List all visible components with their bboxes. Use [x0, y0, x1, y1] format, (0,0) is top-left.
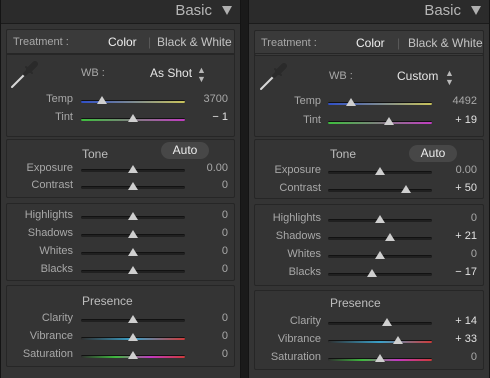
slider-thumb-shadows[interactable]	[128, 230, 138, 238]
slider-label-contrast: Contrast	[31, 179, 73, 191]
eyedropper-icon[interactable]	[8, 57, 42, 91]
treatment-bw-option[interactable]: Black & White	[408, 36, 483, 50]
tone-auto-button[interactable]: Auto	[409, 145, 457, 162]
slider-label-tint: Tint	[303, 114, 321, 126]
slider-thumb-saturation[interactable]	[375, 354, 385, 362]
wb-label: WB :	[81, 67, 105, 79]
slider-label-tint: Tint	[55, 111, 73, 123]
slider-label-blacks: Blacks	[40, 263, 73, 275]
collapse-triangle-icon[interactable]	[471, 6, 481, 15]
slider-label-clarity: Clarity	[289, 315, 321, 327]
slider-thumb-tint[interactable]	[128, 114, 138, 122]
slider-label-temp: Temp	[46, 93, 73, 105]
slider-thumb-exposure[interactable]	[128, 165, 138, 173]
wb-preset-value[interactable]: Custom	[397, 69, 438, 83]
slider-label-saturation: Saturation	[270, 351, 321, 363]
slider-thumb-temp[interactable]	[97, 96, 107, 104]
slider-thumb-blacks[interactable]	[128, 266, 138, 274]
slider-value-whites: 0	[470, 248, 477, 260]
slider-label-vibrance: Vibrance	[277, 333, 321, 345]
slider-thumb-vibrance[interactable]	[393, 336, 403, 344]
wb-stepper-icon[interactable]: ▲ ▼	[445, 69, 454, 87]
slider-value-temp: 3700	[203, 93, 228, 105]
treatment-row: Treatment : Color | Black & White	[6, 29, 235, 55]
slider-value-highlights: 0	[470, 212, 477, 224]
slider-value-whites: 0	[221, 245, 228, 257]
wb-preset-value[interactable]: As Shot	[150, 66, 192, 80]
treatment-color-option[interactable]: Color	[108, 35, 137, 49]
treatment-color-option[interactable]: Color	[356, 36, 385, 50]
tone-auto-button[interactable]: Auto	[161, 142, 209, 159]
treatment-label: Treatment :	[13, 36, 69, 48]
collapse-triangle-icon[interactable]	[222, 6, 232, 15]
presence-title: Presence	[330, 296, 381, 310]
slider-label-shadows: Shadows	[27, 227, 73, 239]
slider-label-whites: Whites	[39, 245, 73, 257]
slider-thumb-whites[interactable]	[128, 248, 138, 256]
slider-thumb-shadows[interactable]	[385, 233, 395, 241]
slider-value-tint: − 1	[212, 111, 228, 123]
panel-header[interactable]: Basic	[249, 0, 489, 24]
slider-value-exposure: 0.00	[455, 164, 477, 176]
treatment-separator: |	[148, 35, 152, 49]
slider-value-shadows: + 21	[455, 230, 477, 242]
slider-thumb-blacks[interactable]	[367, 269, 377, 277]
eyedropper-icon[interactable]	[257, 59, 291, 93]
slider-thumb-highlights[interactable]	[128, 212, 138, 220]
slider-value-highlights: 0	[221, 209, 228, 221]
slider-value-blacks: 0	[221, 263, 228, 275]
treatment-bw-option[interactable]: Black & White	[157, 35, 232, 49]
slider-label-exposure: Exposure	[26, 162, 73, 174]
slider-value-clarity: 0	[221, 312, 228, 324]
slider-thumb-tint[interactable]	[384, 117, 394, 125]
slider-label-exposure: Exposure	[274, 164, 321, 176]
slider-label-temp: Temp	[294, 95, 321, 107]
slider-thumb-saturation[interactable]	[128, 351, 138, 359]
slider-value-contrast: 0	[221, 179, 228, 191]
slider-label-highlights: Highlights	[272, 212, 321, 224]
tone-title: Tone	[82, 147, 109, 161]
slider-label-blacks: Blacks	[288, 266, 321, 278]
slider-value-clarity: + 14	[455, 315, 477, 327]
wb-stepper-icon[interactable]: ▲ ▼	[197, 66, 206, 84]
slider-thumb-clarity[interactable]	[128, 315, 138, 323]
slider-label-highlights: Highlights	[24, 209, 73, 221]
slider-thumb-highlights[interactable]	[375, 215, 385, 223]
panel-header[interactable]: Basic	[1, 0, 240, 24]
slider-label-shadows: Shadows	[275, 230, 321, 242]
slider-value-temp: 4492	[452, 95, 477, 107]
slider-value-saturation: 0	[221, 348, 228, 360]
basic-panel-left: Basic Treatment : Color | Black & White WB : A…	[0, 0, 241, 378]
slider-thumb-temp[interactable]	[346, 98, 356, 106]
slider-thumb-contrast[interactable]	[401, 185, 411, 193]
slider-label-clarity: Clarity	[41, 312, 73, 324]
slider-value-shadows: 0	[221, 227, 228, 239]
tone-title: Tone	[330, 147, 357, 161]
presence-title: Presence	[82, 294, 133, 308]
treatment-label: Treatment :	[261, 37, 317, 49]
slider-value-blacks: − 17	[455, 266, 477, 278]
slider-thumb-exposure[interactable]	[375, 167, 385, 175]
treatment-separator: |	[397, 36, 401, 50]
slider-thumb-clarity[interactable]	[382, 318, 392, 326]
slider-thumb-vibrance[interactable]	[128, 333, 138, 341]
panel-title: Basic	[424, 2, 461, 19]
slider-value-exposure: 0.00	[206, 162, 228, 174]
slider-thumb-whites[interactable]	[375, 251, 385, 259]
panel-title: Basic	[175, 2, 212, 19]
slider-value-tint: + 19	[455, 114, 477, 126]
slider-value-vibrance: + 33	[455, 333, 477, 345]
slider-label-saturation: Saturation	[22, 348, 73, 360]
slider-value-saturation: 0	[470, 351, 477, 363]
slider-label-vibrance: Vibrance	[29, 330, 73, 342]
basic-panel-right: Basic Treatment : Color | Black & White WB : C…	[248, 0, 490, 378]
slider-label-contrast: Contrast	[279, 182, 321, 194]
slider-thumb-contrast[interactable]	[128, 182, 138, 190]
slider-label-whites: Whites	[287, 248, 321, 260]
slider-value-vibrance: 0	[221, 330, 228, 342]
slider-value-contrast: + 50	[455, 182, 477, 194]
wb-label: WB :	[329, 70, 353, 82]
